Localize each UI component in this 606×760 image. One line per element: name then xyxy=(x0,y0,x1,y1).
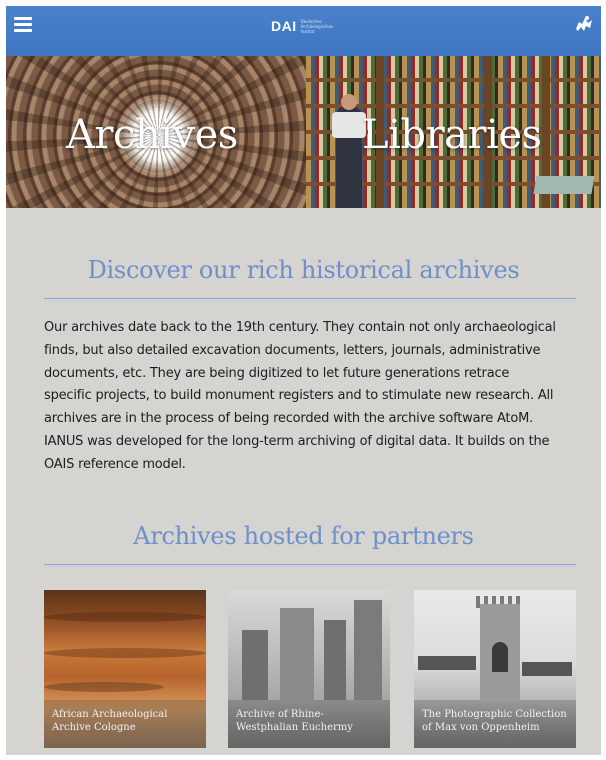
intro-paragraph: Our archives date back to the 19th centu… xyxy=(44,317,579,477)
ruin-shape xyxy=(354,600,382,700)
roof-shape xyxy=(522,662,572,676)
card-caption: African Archaeological Archive Cologne xyxy=(44,700,206,748)
section-divider xyxy=(44,564,576,567)
ruin-shape xyxy=(280,608,314,700)
intro-line: finds, but also detailed excavation docu… xyxy=(44,342,541,358)
top-navigation-bar: DAI Deutsches Archäologisches Institut xyxy=(6,6,601,56)
partner-card-oppenheim-collection[interactable]: The Photographic Collection of Max von O… xyxy=(414,590,576,748)
intro-line: Our archives date back to the 19th centu… xyxy=(44,320,556,335)
tower-doorway xyxy=(492,642,508,672)
roof-shape xyxy=(418,656,476,670)
card-caption: Archive of Rhine-Westphalian Euchermy xyxy=(228,700,390,748)
brand-logo[interactable]: DAI Deutsches Archäologisches Institut xyxy=(271,16,335,36)
intro-line: OAIS reference model. xyxy=(44,456,186,472)
libraries-label: Libraries xyxy=(362,112,542,158)
language-switch-icon[interactable] xyxy=(573,14,595,34)
intro-line: documents, etc. They are being digitized… xyxy=(44,365,510,381)
ruin-shape xyxy=(324,620,346,700)
partner-card-african-archive[interactable]: African Archaeological Archive Cologne xyxy=(44,590,206,748)
libraries-tile[interactable]: Libraries xyxy=(306,56,601,208)
book-cart xyxy=(533,176,595,194)
reader-shirt xyxy=(332,112,366,138)
intro-line: specific projects, to build monument reg… xyxy=(44,388,554,404)
reader-head xyxy=(341,94,357,110)
hero-banner: Archives Libraries xyxy=(6,56,601,208)
dune-shape xyxy=(44,612,206,622)
intro-line: IANUS was developed for the long-term ar… xyxy=(44,433,550,449)
brand-subtitle: Deutsches Archäologisches Institut xyxy=(300,18,334,34)
archives-label: Archives xyxy=(66,112,238,158)
hamburger-menu-icon[interactable] xyxy=(14,17,32,33)
intro-line: archives are in the process of being rec… xyxy=(44,411,534,427)
ruin-shape xyxy=(242,630,268,700)
dune-shape xyxy=(44,648,206,658)
partner-card-rhine-westphalian-archive[interactable]: Archive of Rhine-Westphalian Euchermy xyxy=(228,590,390,748)
partners-heading: Archives hosted for partners xyxy=(133,522,474,550)
section-divider xyxy=(44,298,576,301)
archives-tile[interactable]: Archives xyxy=(6,56,306,208)
brand-name: DAI xyxy=(271,18,297,34)
discover-heading: Discover our rich historical archives xyxy=(87,256,520,284)
dune-shape xyxy=(44,682,164,692)
card-caption: The Photographic Collection of Max von O… xyxy=(414,700,576,748)
page: DAI Deutsches Archäologisches Institut A… xyxy=(6,6,601,755)
